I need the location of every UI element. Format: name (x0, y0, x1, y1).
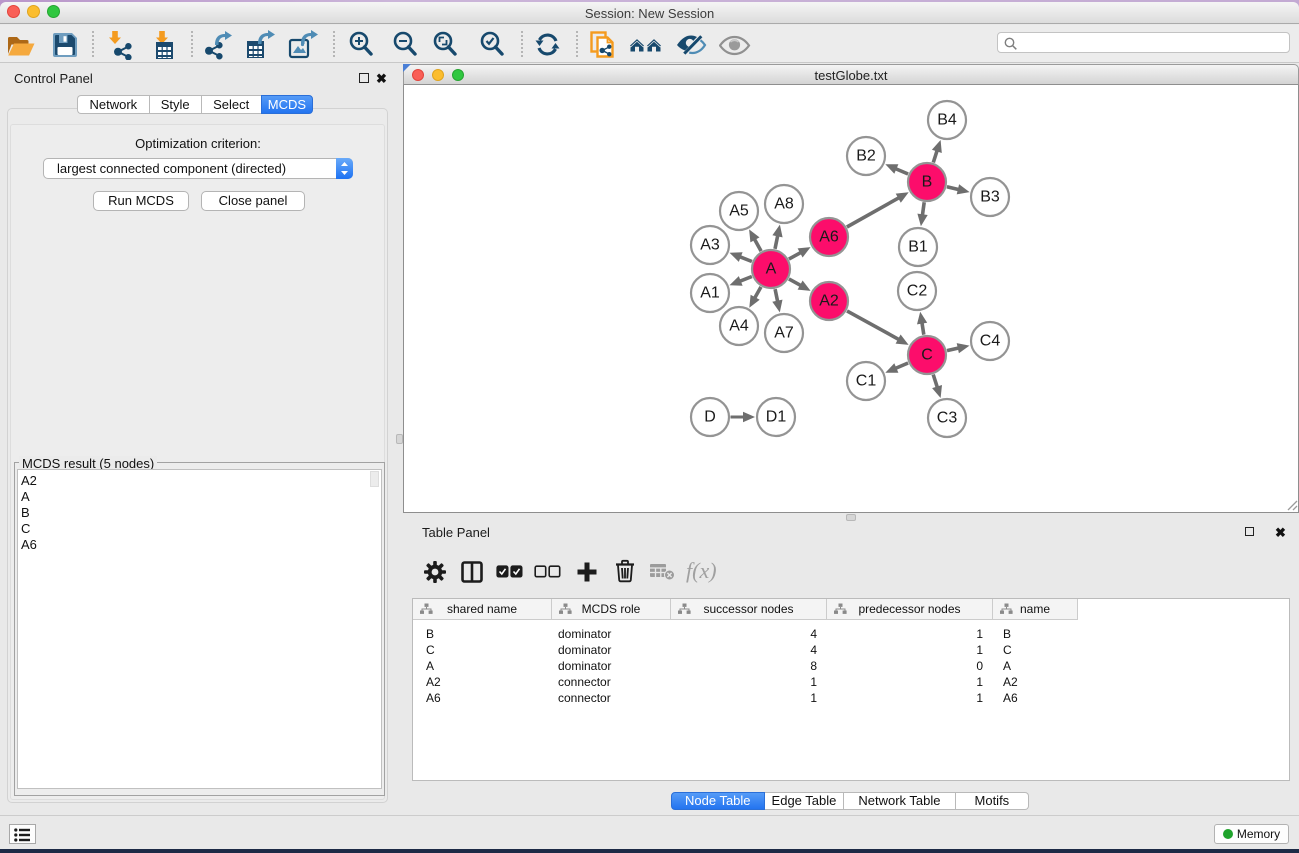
svg-text:B4: B4 (937, 112, 957, 129)
svg-text:D: D (704, 409, 716, 426)
svg-text:A2: A2 (819, 293, 839, 310)
svg-text:C: C (921, 347, 933, 364)
svg-text:A3: A3 (700, 237, 720, 254)
svg-text:A7: A7 (774, 325, 794, 342)
svg-text:B: B (922, 174, 933, 191)
svg-text:A5: A5 (729, 203, 749, 220)
svg-text:C3: C3 (937, 410, 958, 427)
svg-text:A4: A4 (729, 318, 749, 335)
svg-text:A8: A8 (774, 196, 794, 213)
svg-text:A: A (766, 261, 777, 278)
svg-text:D1: D1 (766, 409, 787, 426)
svg-text:A1: A1 (700, 285, 720, 302)
svg-text:A6: A6 (819, 229, 839, 246)
svg-text:B1: B1 (908, 239, 928, 256)
svg-text:C2: C2 (907, 283, 928, 300)
svg-text:B2: B2 (856, 148, 876, 165)
svg-text:C4: C4 (980, 333, 1001, 350)
svg-text:B3: B3 (980, 189, 1000, 206)
svg-text:C1: C1 (856, 373, 877, 390)
